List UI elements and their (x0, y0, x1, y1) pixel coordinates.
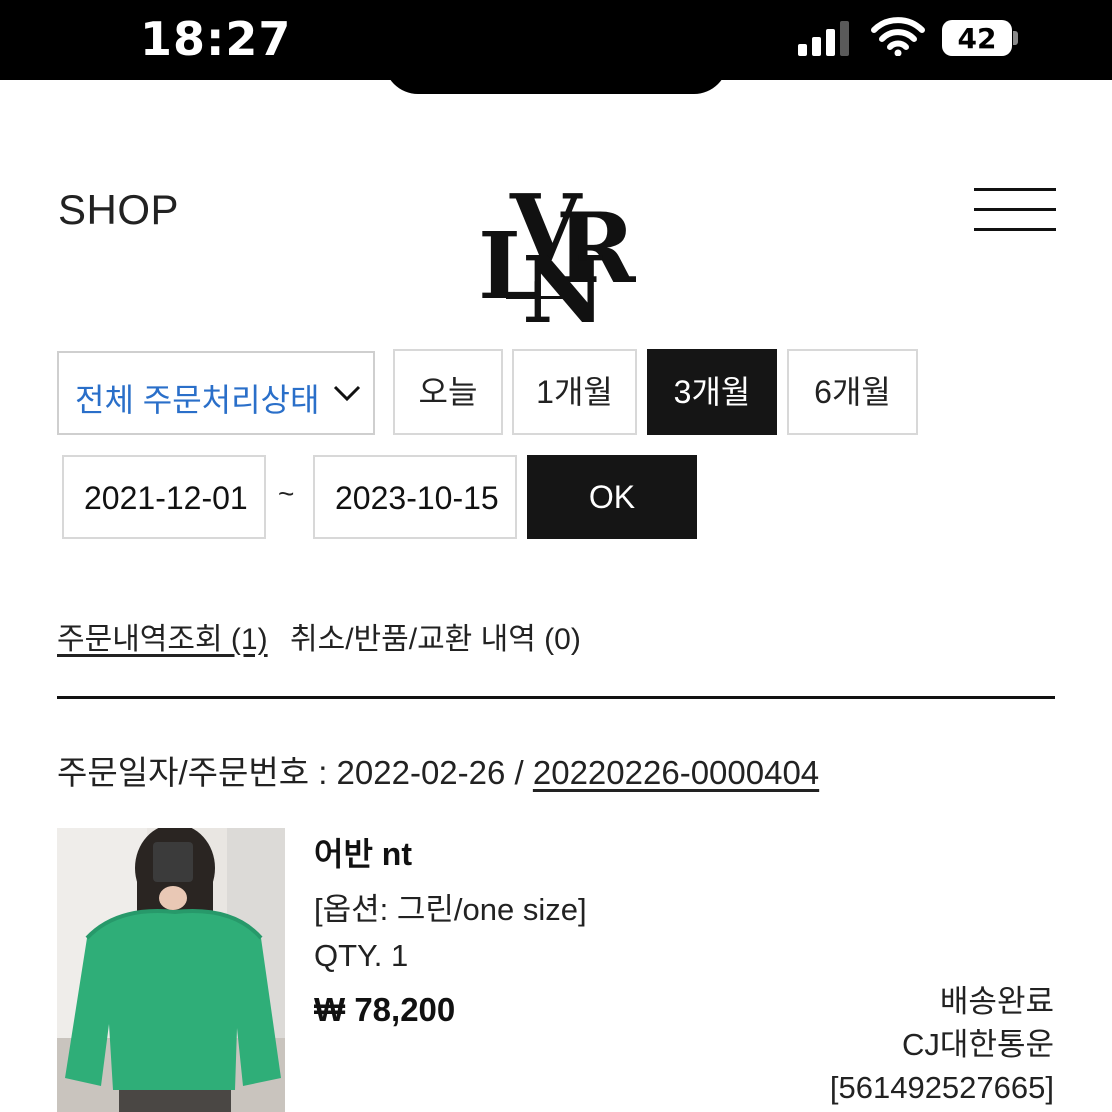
shipping-status: 배송완료 (939, 984, 1054, 1019)
end-date-value: 2023-10-15 (335, 480, 499, 516)
order-number-link[interactable]: 20220226-0000404 (533, 754, 819, 791)
period-today-button[interactable]: 오늘 (393, 349, 503, 435)
wifi-icon (871, 17, 925, 56)
order-date-label: 주문일자/주문번호 : 2022-02-26 / (57, 754, 533, 791)
battery-level: 42 (957, 22, 997, 55)
product-quantity: QTY. 1 (314, 938, 409, 973)
order-status-select[interactable]: 전체 주문처리상태 (57, 351, 375, 435)
section-divider (57, 696, 1055, 699)
status-bar: 18:27 42 (0, 0, 1112, 94)
tab-cancel-return-exchange[interactable]: 취소/반품/교환 내역 (0) (290, 614, 581, 658)
brand-logo[interactable]: V L R N (476, 174, 636, 328)
device-notch (384, 60, 728, 94)
period-3month-button[interactable]: 3개월 (647, 349, 777, 435)
order-status-select-value: 전체 주문처리상태 (75, 382, 320, 418)
tab-order-history[interactable]: 주문내역조회 (1) (57, 614, 268, 658)
chevron-down-icon (333, 385, 361, 402)
hamburger-menu-icon[interactable] (974, 188, 1056, 234)
status-time: 18:27 (140, 12, 292, 66)
start-date-value: 2021-12-01 (84, 480, 248, 516)
product-thumbnail[interactable] (57, 828, 285, 1112)
svg-text:N: N (522, 236, 606, 328)
order-date-number: 주문일자/주문번호 : 2022-02-26 / 20220226-000040… (57, 746, 819, 794)
cellular-signal-icon (798, 21, 849, 56)
start-date-field[interactable]: 2021-12-01 (62, 455, 266, 539)
period-6month-button[interactable]: 6개월 (787, 349, 918, 435)
battery-icon: 42 (942, 20, 1018, 58)
shipping-carrier: CJ대한통운 (902, 1027, 1054, 1062)
tracking-number-link[interactable]: [561492527665] (830, 1066, 1054, 1109)
product-name[interactable]: 어반 nt (314, 829, 412, 875)
search-ok-button[interactable]: OK (527, 455, 697, 539)
date-range-separator: ~ (278, 478, 295, 509)
product-option: [옵션: 그린/one size] (314, 892, 587, 927)
product-price: ₩ 78,200 (314, 991, 456, 1028)
shipping-info: 배송완료 CJ대한통운 [561492527665] (830, 980, 1054, 1109)
end-date-field[interactable]: 2023-10-15 (313, 455, 517, 539)
period-1month-button[interactable]: 1개월 (512, 349, 637, 435)
shop-link[interactable]: SHOP (58, 186, 179, 234)
